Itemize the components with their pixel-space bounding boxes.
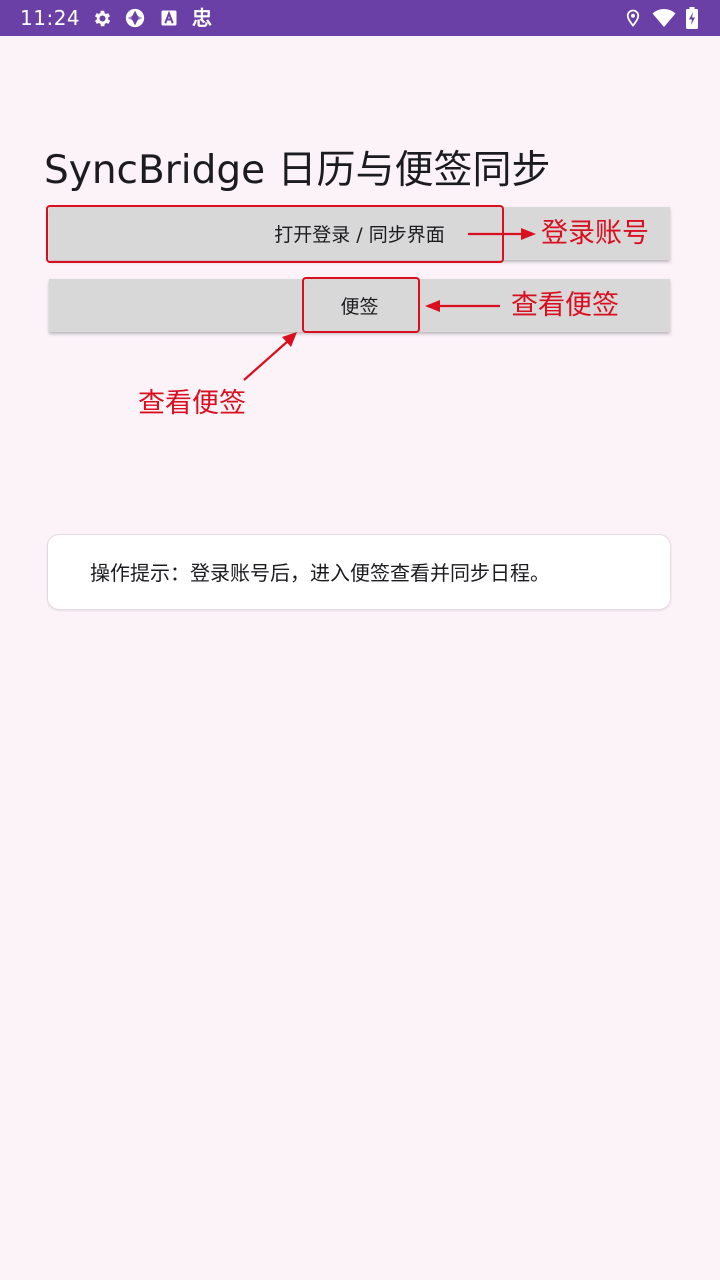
app-glyph-icon: 忠: [192, 6, 212, 30]
arrow-head-notes-below: [282, 332, 297, 347]
gear-icon: [91, 6, 113, 30]
hint-card: 操作提示：登录账号后，进入便签查看并同步日程。: [47, 534, 671, 610]
login-callout-label: 登录账号: [541, 218, 649, 249]
location-icon: [623, 6, 643, 30]
notes-callout-label-right: 查看便签: [511, 290, 619, 321]
notes-button-label: 便签: [340, 296, 379, 318]
status-bar: 11:24 忠: [0, 0, 720, 36]
page-title: SyncBridge 日历与便签同步: [44, 148, 551, 193]
app-a-icon: [159, 6, 179, 30]
arrow-to-notes-from-below: [243, 340, 289, 381]
aperture-icon: [124, 6, 146, 30]
status-time: 11:24: [20, 6, 81, 30]
wifi-icon: [651, 6, 677, 30]
notes-callout-label-below: 查看便签: [138, 388, 246, 419]
battery-charging-icon: [685, 6, 699, 30]
hint-text: 操作提示：登录账号后，进入便签查看并同步日程。: [90, 561, 550, 585]
